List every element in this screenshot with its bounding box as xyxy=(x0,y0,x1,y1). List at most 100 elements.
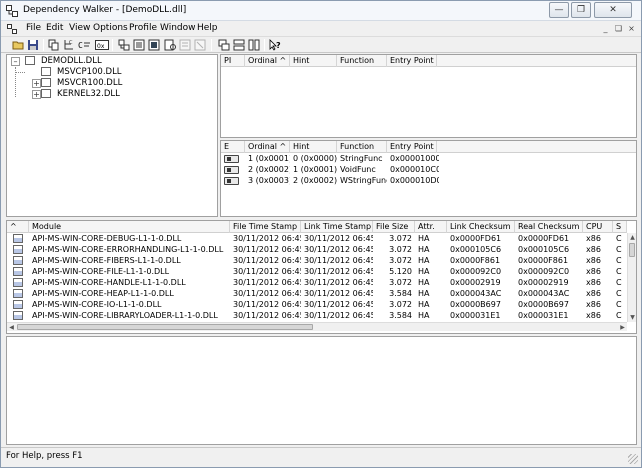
column-header[interactable]: File Size xyxy=(373,221,415,233)
column-header[interactable]: PI xyxy=(221,55,245,67)
vertical-scrollbar[interactable]: ▲ ▼ xyxy=(627,233,636,322)
module-row[interactable]: API-MS-WIN-CORE-HEAP-L1-1-0.DLL 30/11/201… xyxy=(7,289,627,299)
module-row[interactable]: API-MS-WIN-CORE-ERRORHANDLING-L1-1-0.DLL… xyxy=(7,245,627,255)
export-row[interactable]: 1 (0x0001) 0 (0x0000) StringFunc 0x00001… xyxy=(221,154,636,164)
column-header[interactable]: S xyxy=(613,221,627,233)
module-icon xyxy=(13,300,23,309)
column-header[interactable]: E xyxy=(221,141,245,153)
scroll-right-icon[interactable]: ▶ xyxy=(618,323,627,332)
document-icon[interactable] xyxy=(7,24,17,34)
module-icon xyxy=(13,278,23,287)
export-function: StringFunc xyxy=(340,154,383,163)
column-header[interactable]: Link Time Stamp xyxy=(301,221,373,233)
module-module: API-MS-WIN-CORE-FIBERS-L1-1-0.DLL xyxy=(32,256,181,265)
module-file-ts: 30/11/2012 06:45 xyxy=(233,245,301,254)
column-header[interactable]: Real Checksum xyxy=(515,221,583,233)
module-file-ts: 30/11/2012 06:45 xyxy=(233,234,301,243)
scroll-left-icon[interactable]: ◀ xyxy=(7,323,16,332)
column-header[interactable]: CPU xyxy=(583,221,613,233)
minimize-button[interactable]: — xyxy=(549,2,569,18)
module-link-ts: 30/11/2012 06:45 xyxy=(304,234,373,243)
scroll-down-icon[interactable]: ▼ xyxy=(628,313,636,322)
find-button[interactable] xyxy=(193,38,207,52)
log-panel[interactable] xyxy=(6,336,637,445)
module-row[interactable]: API-MS-WIN-CORE-FILE-L1-1-0.DLL 30/11/201… xyxy=(7,267,627,277)
tile-horizontal-button[interactable] xyxy=(232,38,246,52)
module-row[interactable]: API-MS-WIN-CORE-LIBRARYLOADER-L1-1-0.DLL… xyxy=(7,311,627,321)
module-attr: HA xyxy=(418,289,430,298)
column-header[interactable]: Ordinal ^ xyxy=(245,141,290,153)
module-s: C xyxy=(616,234,622,243)
column-header[interactable]: Entry Point xyxy=(387,141,437,153)
title-bar: Dependency Walker - [DemoDLL.dll] — ❐ ✕ xyxy=(1,1,641,21)
module-s: C xyxy=(616,245,622,254)
maximize-button[interactable]: ❐ xyxy=(571,2,591,18)
save-button[interactable] xyxy=(26,38,40,52)
column-header[interactable]: Function xyxy=(337,141,387,153)
copy-button[interactable] xyxy=(47,38,61,52)
scroll-up-icon[interactable]: ▲ xyxy=(628,233,636,242)
resize-grip-icon[interactable] xyxy=(628,454,638,464)
copy-icon xyxy=(48,39,59,51)
tile-vertical-button[interactable] xyxy=(247,38,261,52)
column-header[interactable]: Hint xyxy=(290,55,337,67)
module-attr: HA xyxy=(418,234,430,243)
menu-view[interactable]: View xyxy=(69,23,90,33)
module-row[interactable]: API-MS-WIN-CORE-IO-L1-1-0.DLL 30/11/2012 … xyxy=(7,300,627,310)
module-tree-panel: – DEMODLL.DLL MSVCP100.DLL + MSVCR100.DL… xyxy=(6,54,218,217)
expand-icon[interactable]: + xyxy=(32,90,41,99)
scroll-thumb[interactable] xyxy=(17,324,313,330)
column-header[interactable]: File Time Stamp xyxy=(230,221,301,233)
menu-profile[interactable]: Profile xyxy=(129,23,157,33)
mdi-close-icon[interactable]: × xyxy=(626,24,637,34)
column-header[interactable]: Hint xyxy=(290,141,337,153)
module-size: 3.072 xyxy=(389,256,412,265)
highlight-button[interactable] xyxy=(178,38,192,52)
horizontal-scrollbar[interactable]: ◀ ▶ xyxy=(7,322,627,331)
export-row[interactable]: 2 (0x0002) 1 (0x0001) VoidFunc 0x000010C… xyxy=(221,165,636,175)
full-paths-button[interactable]: C xyxy=(62,38,76,52)
collapse-all-button[interactable] xyxy=(147,38,161,52)
save-icon xyxy=(28,40,38,50)
auto-expand-button[interactable] xyxy=(117,38,131,52)
column-header-icon[interactable]: ^ xyxy=(7,221,29,233)
expand-all-button[interactable] xyxy=(132,38,146,52)
column-header[interactable]: Function xyxy=(337,55,387,67)
mdi-minimize-icon[interactable]: _ xyxy=(600,24,611,34)
module-s: C xyxy=(616,311,622,320)
menu-edit[interactable]: Edit xyxy=(46,23,63,33)
module-link-ts: 30/11/2012 06:45 xyxy=(304,289,373,298)
module-row[interactable]: API-MS-WIN-CORE-DEBUG-L1-1-0.DLL 30/11/20… xyxy=(7,234,627,244)
menu-window[interactable]: Window xyxy=(160,23,196,33)
column-header[interactable]: Link Checksum xyxy=(447,221,515,233)
column-header[interactable]: Module xyxy=(29,221,230,233)
column-header[interactable]: Attr. xyxy=(415,221,447,233)
view-module-button[interactable] xyxy=(163,38,177,52)
close-icon: ✕ xyxy=(609,5,617,15)
module-real-ck: 0x000031E1 xyxy=(518,311,569,320)
expand-icon[interactable]: + xyxy=(32,79,41,88)
undecorate-button[interactable]: C xyxy=(77,38,91,52)
cascade-button[interactable] xyxy=(217,38,231,52)
close-button[interactable]: ✕ xyxy=(594,2,632,18)
ordinal-button[interactable]: 0x xyxy=(95,38,109,52)
menu-options[interactable]: Options xyxy=(93,23,128,33)
collapse-icon[interactable]: – xyxy=(11,57,20,66)
export-hint: 1 (0x0001) xyxy=(293,165,337,174)
module-cpu: x86 xyxy=(586,311,601,320)
open-button[interactable] xyxy=(11,38,25,52)
module-row[interactable]: API-MS-WIN-CORE-FIBERS-L1-1-0.DLL 30/11/2… xyxy=(7,256,627,266)
export-row[interactable]: 3 (0x0003) 2 (0x0002) WStringFunc 0x0000… xyxy=(221,176,636,186)
module-file-ts: 30/11/2012 06:45 xyxy=(233,300,301,309)
mdi-restore-icon[interactable]: ❏ xyxy=(613,24,624,34)
module-file-ts: 30/11/2012 06:45 xyxy=(233,278,301,287)
column-header[interactable]: Entry Point xyxy=(387,55,437,67)
module-row[interactable]: API-MS-WIN-CORE-HANDLE-L1-1-0.DLL 30/11/2… xyxy=(7,278,627,288)
context-help-button[interactable]: ? xyxy=(268,38,282,52)
menu-file[interactable]: File xyxy=(26,23,41,33)
menu-help[interactable]: Help xyxy=(197,23,218,33)
column-header[interactable]: Ordinal ^ xyxy=(245,55,290,67)
module-cpu: x86 xyxy=(586,278,601,287)
scroll-thumb[interactable] xyxy=(629,243,635,257)
module-attr: HA xyxy=(418,278,430,287)
